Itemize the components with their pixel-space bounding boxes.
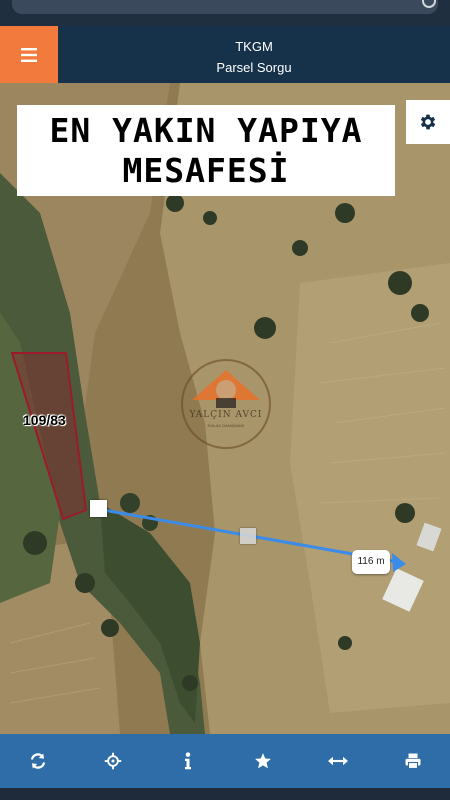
favorite-button[interactable] <box>225 734 300 788</box>
measure-start-handle[interactable] <box>90 500 107 517</box>
star-icon <box>254 753 271 769</box>
menu-button[interactable] <box>0 26 58 83</box>
banner-line-1: EN YAKIN YAPIYA <box>49 111 363 150</box>
map-view[interactable]: EN YAKIN YAPIYA MESAFESİ YALÇIN AVCI EML… <box>0 83 450 734</box>
bottom-edge <box>0 788 450 800</box>
watermark-logo-icon <box>181 359 271 449</box>
gear-icon <box>420 114 436 130</box>
bottom-toolbar <box>0 734 450 788</box>
locate-button[interactable] <box>75 734 150 788</box>
refresh-icon <box>30 753 45 769</box>
app-subtitle: Parsel Sorgu <box>216 60 292 75</box>
title-banner: EN YAKIN YAPIYA MESAFESİ <box>17 105 395 196</box>
address-bar[interactable] <box>12 0 438 14</box>
refresh-button[interactable] <box>0 734 75 788</box>
parcel-label: 109/83 <box>23 412 66 428</box>
print-button[interactable] <box>375 734 450 788</box>
measure-mid-handle[interactable] <box>240 528 256 544</box>
print-icon <box>405 753 420 770</box>
locate-icon <box>104 752 121 770</box>
measure-icon <box>327 756 348 766</box>
app-header: TKGM Parsel Sorgu <box>0 26 450 83</box>
info-icon <box>184 752 191 770</box>
measure-button[interactable] <box>300 734 375 788</box>
browser-top-bar <box>0 0 450 26</box>
app-title: TKGM <box>235 39 273 54</box>
watermark-tagline: EMLAK DANIŞMANI <box>207 423 245 428</box>
hamburger-icon <box>21 47 37 62</box>
banner-line-2: MESAFESİ <box>122 151 290 190</box>
distance-label: 116 m <box>352 550 390 574</box>
settings-button[interactable] <box>406 100 450 144</box>
info-button[interactable] <box>150 734 225 788</box>
watermark-name: YALÇIN AVCI <box>189 410 263 420</box>
